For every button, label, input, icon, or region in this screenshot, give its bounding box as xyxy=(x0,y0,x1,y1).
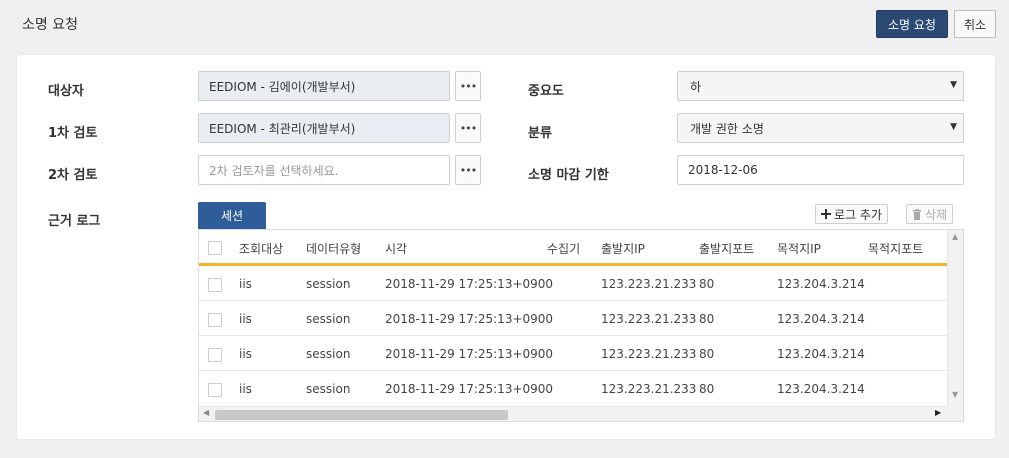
cell-type: session xyxy=(306,347,351,361)
add-log-label: 로그 추가 xyxy=(834,207,882,222)
cell-time: 2018-11-29 17:25:13+0900 xyxy=(385,347,554,361)
column-header[interactable]: 시각 xyxy=(385,240,407,257)
cell-src-ip: 123.223.21.233 xyxy=(601,312,697,326)
column-header[interactable]: 목적지포트 xyxy=(868,240,923,257)
deadline-input[interactable]: 2018-12-06 xyxy=(677,155,964,185)
evidence-log-label: 근거 로그 xyxy=(48,214,101,229)
cell-target: iis xyxy=(239,312,252,326)
category-select[interactable]: 개발 권한 소명 ▼ xyxy=(677,113,964,143)
cell-src-port: 80 xyxy=(699,347,715,361)
chevron-down-icon: ▼ xyxy=(950,80,957,90)
grid-header: 조회대상 데이터유형 시각 수집기 출발지IP 출발지포트 목적지IP 목적지포… xyxy=(199,230,947,266)
cell-src-port: 80 xyxy=(699,382,715,396)
delete-log-label: 삭제 xyxy=(925,207,948,222)
review2-label: 2차 검토 xyxy=(48,168,98,183)
table-row[interactable]: iis session 2018-11-29 17:25:13+0900 123… xyxy=(199,336,947,371)
plus-icon xyxy=(821,209,831,219)
target-picker-button[interactable]: ••• xyxy=(455,71,481,101)
cell-time: 2018-11-29 17:25:13+0900 xyxy=(385,312,554,326)
category-label: 분류 xyxy=(528,126,552,141)
row-checkbox[interactable] xyxy=(208,313,222,327)
table-row[interactable]: iis session 2018-11-29 17:25:13+0900 123… xyxy=(199,301,947,336)
cell-dst-ip: 123.204.3.214 xyxy=(777,277,865,291)
submit-request-button[interactable]: 소명 요청 xyxy=(876,10,948,38)
cell-type: session xyxy=(306,277,351,291)
vertical-scrollbar[interactable]: ▲ ▼ xyxy=(947,230,963,408)
tab-session[interactable]: 세션 xyxy=(198,202,266,229)
priority-select[interactable]: 하 ▼ xyxy=(677,71,964,101)
horizontal-scroll-thumb[interactable] xyxy=(215,410,508,420)
scroll-down-icon[interactable]: ▼ xyxy=(952,390,958,399)
cell-src-port: 80 xyxy=(699,312,715,326)
cell-target: iis xyxy=(239,382,252,396)
review2-field[interactable]: 2차 검토자를 선택하세요. xyxy=(198,155,450,185)
cell-time: 2018-11-29 17:25:13+0900 xyxy=(385,382,554,396)
cell-time: 2018-11-29 17:25:13+0900 xyxy=(385,277,554,291)
scroll-up-icon[interactable]: ▲ xyxy=(952,232,958,241)
target-label: 대상자 xyxy=(48,84,84,99)
horizontal-scrollbar[interactable]: ◀ ▶ xyxy=(199,406,947,421)
trash-icon xyxy=(913,208,921,220)
cell-src-ip: 123.223.21.233 xyxy=(601,382,697,396)
row-checkbox[interactable] xyxy=(208,278,222,292)
column-header[interactable]: 조회대상 xyxy=(239,240,283,257)
delete-log-button[interactable]: 삭제 xyxy=(906,204,954,224)
cell-src-ip: 123.223.21.233 xyxy=(601,277,697,291)
row-checkbox[interactable] xyxy=(208,383,222,397)
add-log-button[interactable]: 로그 추가 xyxy=(815,204,888,224)
table-row[interactable]: iis session 2018-11-29 17:25:13+0900 123… xyxy=(199,371,947,406)
column-header[interactable]: 출발지포트 xyxy=(699,240,754,257)
column-header[interactable]: 목적지IP xyxy=(777,240,821,257)
target-field[interactable]: EEDIOM - 김에이(개발부서) xyxy=(198,71,450,101)
page-title: 소명 요청 xyxy=(22,17,78,33)
cell-type: session xyxy=(306,382,351,396)
cell-target: iis xyxy=(239,347,252,361)
cell-dst-ip: 123.204.3.214 xyxy=(777,382,865,396)
priority-label: 중요도 xyxy=(528,84,564,99)
scroll-right-icon[interactable]: ▶ xyxy=(935,408,941,417)
cell-src-port: 80 xyxy=(699,277,715,291)
row-checkbox[interactable] xyxy=(208,348,222,362)
review2-picker-button[interactable]: ••• xyxy=(455,155,481,185)
review1-picker-button[interactable]: ••• xyxy=(455,113,481,143)
cell-type: session xyxy=(306,312,351,326)
column-header[interactable]: 출발지IP xyxy=(601,240,645,257)
cell-dst-ip: 123.204.3.214 xyxy=(777,312,865,326)
cell-target: iis xyxy=(239,277,252,291)
category-value: 개발 권한 소명 xyxy=(690,121,764,136)
scroll-corner xyxy=(947,408,963,421)
column-header[interactable]: 데이터유형 xyxy=(306,240,361,257)
log-grid: 조회대상 데이터유형 시각 수집기 출발지IP 출발지포트 목적지IP 목적지포… xyxy=(198,229,964,422)
table-row[interactable]: iis session 2018-11-29 17:25:13+0900 123… xyxy=(199,266,947,301)
cell-src-ip: 123.223.21.233 xyxy=(601,347,697,361)
column-header[interactable]: 수집기 xyxy=(547,240,580,257)
chevron-down-icon: ▼ xyxy=(950,122,957,132)
select-all-checkbox[interactable] xyxy=(208,241,222,255)
cell-dst-ip: 123.204.3.214 xyxy=(777,347,865,361)
cancel-button[interactable]: 취소 xyxy=(954,10,996,38)
review1-field[interactable]: EEDIOM - 최관리(개발부서) xyxy=(198,113,450,143)
deadline-label: 소명 마감 기한 xyxy=(528,168,609,183)
scroll-left-icon[interactable]: ◀ xyxy=(203,408,209,417)
review1-label: 1차 검토 xyxy=(48,126,98,141)
priority-value: 하 xyxy=(690,79,702,94)
